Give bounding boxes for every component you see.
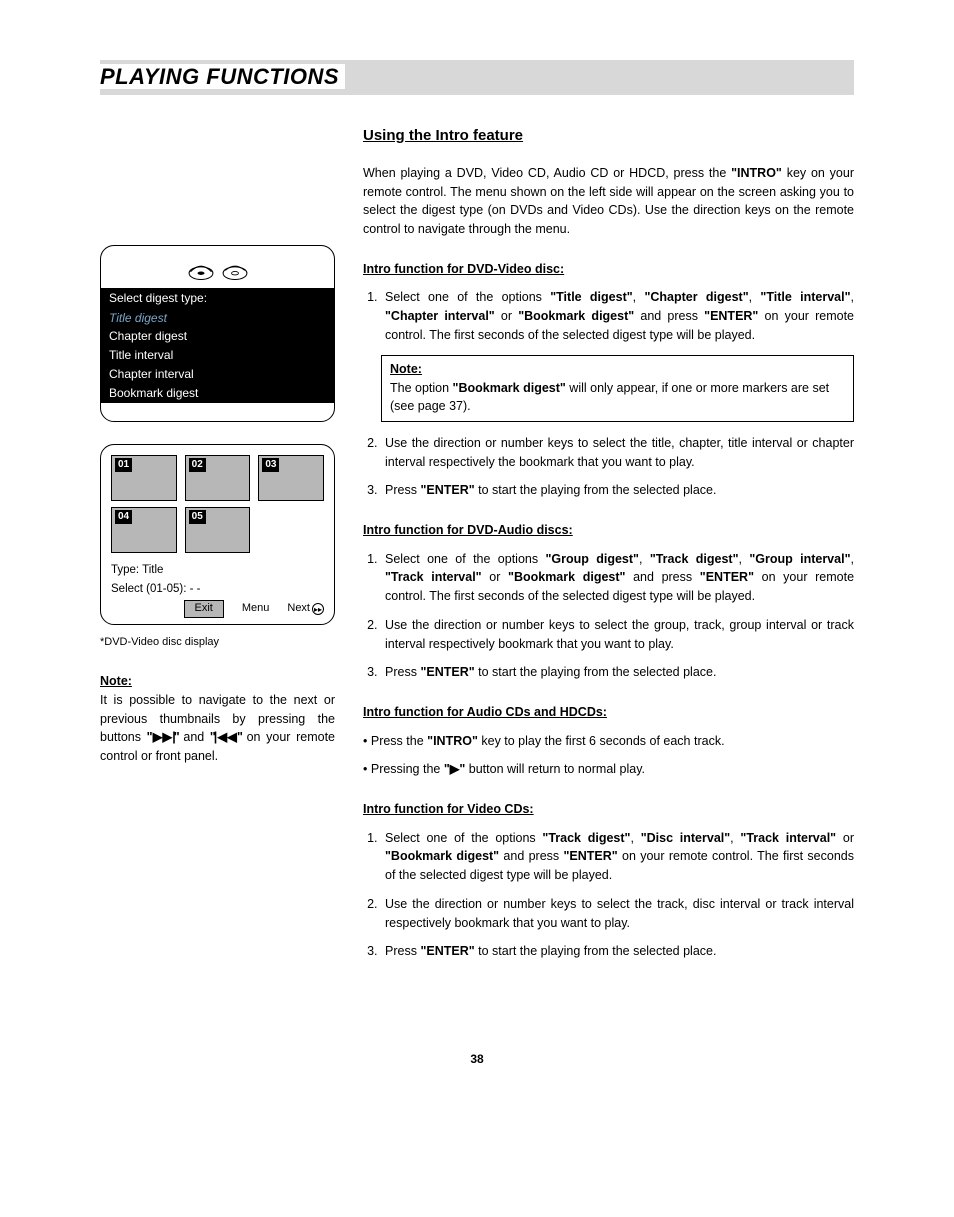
left-note: Note: It is possible to navigate to the … bbox=[100, 672, 335, 766]
menu-item-chapter-digest[interactable]: Chapter digest bbox=[101, 327, 334, 346]
menu-button[interactable]: Menu bbox=[242, 601, 270, 616]
type-line-2: Select (01-05): - - bbox=[111, 582, 324, 597]
menu-item-title-digest[interactable]: Title digest bbox=[101, 309, 334, 328]
thumb-01[interactable]: 01 bbox=[111, 455, 177, 501]
note-heading: Note: bbox=[100, 674, 132, 688]
page-number: 38 bbox=[100, 1051, 854, 1068]
thumb-empty bbox=[258, 507, 324, 553]
menu-item-title-interval[interactable]: Title interval bbox=[101, 346, 334, 365]
thumb-03[interactable]: 03 bbox=[258, 455, 324, 501]
note-box: Note: The option "Bookmark digest" will … bbox=[381, 355, 854, 422]
cd-step-1: Press the "INTRO" key to play the first … bbox=[363, 732, 854, 751]
cd-heading: Intro function for Audio CDs and HDCDs: bbox=[363, 704, 854, 722]
menu-header: Select digest type: bbox=[101, 288, 334, 309]
dvda-step-3: Press "ENTER" to start the playing from … bbox=[381, 663, 854, 682]
vcd-icon bbox=[221, 256, 249, 282]
next-button[interactable]: Next▸▸ bbox=[287, 601, 324, 616]
skip-back-icon: "|◀◀" bbox=[210, 730, 241, 744]
dvdv-step-2: Use the direction or number keys to sele… bbox=[381, 434, 854, 472]
thumb-05[interactable]: 05 bbox=[185, 507, 251, 553]
dvda-step-2: Use the direction or number keys to sele… bbox=[381, 616, 854, 654]
type-line-1: Type: Title bbox=[111, 563, 324, 578]
dvda-steps: Select one of the options "Group digest"… bbox=[363, 550, 854, 683]
menu-item-bookmark-digest[interactable]: Bookmark digest bbox=[101, 384, 334, 403]
vcd-step-2: Use the direction or number keys to sele… bbox=[381, 895, 854, 933]
next-icon: ▸▸ bbox=[312, 603, 324, 615]
dvdv-step-1: Select one of the options "Title digest"… bbox=[381, 288, 854, 344]
exit-button[interactable]: Exit bbox=[184, 600, 224, 617]
panel-icons bbox=[101, 246, 334, 288]
thumb-02[interactable]: 02 bbox=[185, 455, 251, 501]
dvda-step-1: Select one of the options "Group digest"… bbox=[381, 550, 854, 606]
dvdv-heading: Intro function for DVD-Video disc: bbox=[363, 261, 854, 279]
vcd-step-3: Press "ENTER" to start the playing from … bbox=[381, 942, 854, 961]
panel-caption: *DVD-Video disc display bbox=[100, 635, 335, 650]
cd-steps: Press the "INTRO" key to play the first … bbox=[363, 732, 854, 780]
play-icon: "▶" bbox=[444, 762, 465, 776]
dvdv-step-3: Press "ENTER" to start the playing from … bbox=[381, 481, 854, 500]
dvd-icon bbox=[187, 256, 215, 282]
subsection-heading: Using the Intro feature bbox=[363, 125, 854, 146]
thumb-04[interactable]: 04 bbox=[111, 507, 177, 553]
page-title: PLAYING FUNCTIONS bbox=[100, 64, 345, 89]
vcd-step-1: Select one of the options "Track digest"… bbox=[381, 829, 854, 885]
intro-paragraph: When playing a DVD, Video CD, Audio CD o… bbox=[363, 164, 854, 239]
dvdv-steps: Select one of the options "Title digest"… bbox=[363, 288, 854, 344]
thumbnails-panel: 01 02 03 04 05 Type: Title Select (01-05… bbox=[100, 444, 335, 625]
cd-step-2: Pressing the "▶" button will return to n… bbox=[363, 760, 854, 779]
menu-item-chapter-interval[interactable]: Chapter interval bbox=[101, 365, 334, 384]
digest-menu-panel: Select digest type: Title digest Chapter… bbox=[100, 245, 335, 422]
vcd-steps: Select one of the options "Track digest"… bbox=[363, 829, 854, 962]
section-header: PLAYING FUNCTIONS bbox=[100, 60, 854, 95]
dvda-heading: Intro function for DVD-Audio discs: bbox=[363, 522, 854, 540]
skip-forward-icon: "▶▶|" bbox=[147, 730, 178, 744]
vcd-heading: Intro function for Video CDs: bbox=[363, 801, 854, 819]
dvdv-steps-cont: Use the direction or number keys to sele… bbox=[363, 434, 854, 500]
